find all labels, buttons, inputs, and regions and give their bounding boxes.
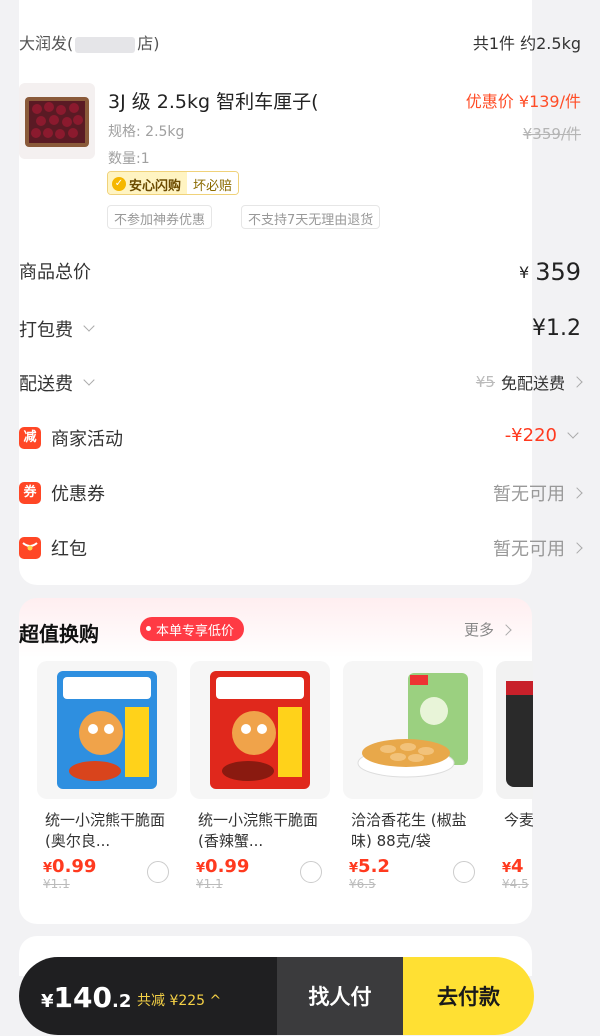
deal-select-radio[interactable] xyxy=(453,861,475,883)
coupon-icon: 券 xyxy=(19,482,41,504)
delivery-label-wrap: 配送费 xyxy=(19,370,97,396)
store-name-redacted xyxy=(75,36,136,53)
total-label: 商品总价 xyxy=(19,262,91,283)
coupon-label: 优惠券 xyxy=(51,484,105,505)
deal-image xyxy=(37,661,177,799)
chevron-right-icon xyxy=(571,487,583,499)
deal-image xyxy=(496,661,533,799)
product-quantity: 数量:1 xyxy=(108,151,150,167)
deal-price: ¥4 xyxy=(502,856,524,877)
delivery-label: 配送费 xyxy=(19,374,73,395)
red-packet-icon xyxy=(19,537,41,559)
product-original-price: ¥359/件 xyxy=(522,125,581,143)
deal-select-radio[interactable] xyxy=(300,861,322,883)
total-row: 商品总价 ¥359 xyxy=(19,258,581,288)
redpacket-row[interactable]: 红包 暂无可用 xyxy=(19,535,583,565)
tag-no-return: 不支持7天无理由退货 xyxy=(241,205,381,229)
redpacket-value: 暂无可用 xyxy=(493,539,565,560)
redpacket-value-wrap: 暂无可用 xyxy=(493,535,583,561)
deal-name: 洽洽香花生 (椒盐味) 88克/袋 xyxy=(351,811,467,850)
chevron-down-icon xyxy=(567,426,579,439)
chevron-down-icon xyxy=(83,374,95,386)
pay-button[interactable]: 去付款 xyxy=(403,957,534,1035)
peanut-bowl-icon xyxy=(357,673,468,778)
packing-label: 打包费 xyxy=(19,320,73,341)
delivery-value-wrap: ¥5 免配送费 xyxy=(475,370,583,394)
assurance-badge[interactable]: ✓ 安心闪购 坏必赔 xyxy=(107,171,240,195)
assurance-sub: 坏必赔 xyxy=(187,172,239,194)
deal-item[interactable]: 统一小浣熊干脆面(奥尔良... ¥0.99 ¥1.1 xyxy=(37,661,177,911)
checkout-amount: ¥140.2 xyxy=(41,981,132,1014)
product-title[interactable]: 3J 级 2.5kg 智利车厘子( xyxy=(108,87,319,114)
redpacket-label-wrap: 红包 xyxy=(19,535,87,561)
noodle-snack-bag-icon xyxy=(210,671,310,789)
store-name-prefix: 大润发( xyxy=(19,34,74,53)
order-summary: 共1件 约2.5kg xyxy=(472,34,581,53)
product-spec: 规格: 2.5kg xyxy=(108,124,185,140)
noodle-snack-bag-icon xyxy=(57,671,157,789)
total-currency: ¥ xyxy=(519,262,530,282)
deal-original-price: ¥4.5 xyxy=(502,877,529,891)
merchant-value-wrap: -¥220 xyxy=(505,425,581,446)
cherry-box-icon xyxy=(25,97,89,147)
deal-item[interactable]: 统一小浣熊干脆面 (香辣蟹... ¥0.99 ¥1.1 xyxy=(190,661,330,911)
deal-name: 统一小浣熊干脆面 (香辣蟹... xyxy=(198,811,319,850)
store-name-suffix: 店) xyxy=(137,34,160,53)
checkout-saved: 共减 ¥225 ^ xyxy=(137,993,222,1009)
checkout-bar: ¥140.2 共减 ¥225 ^ 找人付 去付款 xyxy=(19,957,534,1035)
total-value: ¥359 xyxy=(519,258,581,286)
deal-select-radio[interactable] xyxy=(147,861,169,883)
coupon-value-wrap: 暂无可用 xyxy=(493,480,583,506)
deals-more-label: 更多 xyxy=(463,621,494,639)
packing-row[interactable]: 打包费 ¥1.2 xyxy=(19,316,581,346)
total-amount: 359 xyxy=(535,258,581,286)
product-discount-price: 优惠价 ¥139/件 xyxy=(465,92,581,111)
product-image[interactable] xyxy=(19,83,95,159)
deals-title: 超值换购 xyxy=(19,622,99,646)
store-name[interactable]: 大润发( 店) xyxy=(19,30,160,54)
instant-noodle-cup-icon xyxy=(506,681,533,787)
merchant-activity-row[interactable]: 减商家活动 -¥220 xyxy=(19,425,581,455)
deal-image xyxy=(343,661,483,799)
assurance-label: 安心闪购 xyxy=(129,178,182,194)
tag-no-coupon: 不参加神券优惠 xyxy=(107,205,213,229)
deal-item[interactable]: 今麦郎肉极 ¥4 ¥4.5 xyxy=(496,661,533,911)
deal-item[interactable]: 洽洽香花生 (椒盐味) 88克/袋 ¥5.2 ¥6.5 xyxy=(343,661,483,911)
merchant-value: -¥220 xyxy=(504,425,557,446)
redpacket-label: 红包 xyxy=(51,539,87,560)
merchant-label: 商家活动 xyxy=(51,429,123,450)
delivery-row[interactable]: 配送费 ¥5 免配送费 xyxy=(19,370,583,400)
deal-name: 统一小浣熊干脆面(奥尔良... xyxy=(45,811,166,850)
chevron-right-icon xyxy=(571,542,583,554)
friend-pay-button[interactable]: 找人付 xyxy=(277,957,403,1035)
delivery-value: 免配送费 xyxy=(500,374,565,393)
chevron-down-icon xyxy=(83,320,95,332)
deal-image xyxy=(190,661,330,799)
chevron-right-icon xyxy=(571,376,583,388)
checkout-summary[interactable]: ¥140.2 共减 ¥225 ^ xyxy=(19,957,277,1035)
coupon-value: 暂无可用 xyxy=(493,484,565,505)
packing-value: ¥1.2 xyxy=(532,316,581,341)
coupon-row[interactable]: 券优惠券 暂无可用 xyxy=(19,480,583,510)
coupon-label-wrap: 券优惠券 xyxy=(19,480,105,506)
deals-chip: 本单专享低价 xyxy=(140,617,245,641)
discount-icon: 减 xyxy=(19,427,41,449)
check-icon: ✓ xyxy=(112,177,126,191)
deal-name: 今麦郎肉极 xyxy=(504,811,533,829)
assurance-main: ✓ 安心闪购 xyxy=(108,172,188,194)
chevron-right-icon xyxy=(500,623,512,636)
packing-label-wrap: 打包费 xyxy=(19,316,97,342)
delivery-original: ¥5 xyxy=(475,373,495,391)
store-row: 大润发( 店) 共1件 约2.5kg xyxy=(19,30,581,54)
deals-more-link[interactable]: 更多 xyxy=(463,619,512,640)
merchant-label-wrap: 减商家活动 xyxy=(19,425,123,451)
